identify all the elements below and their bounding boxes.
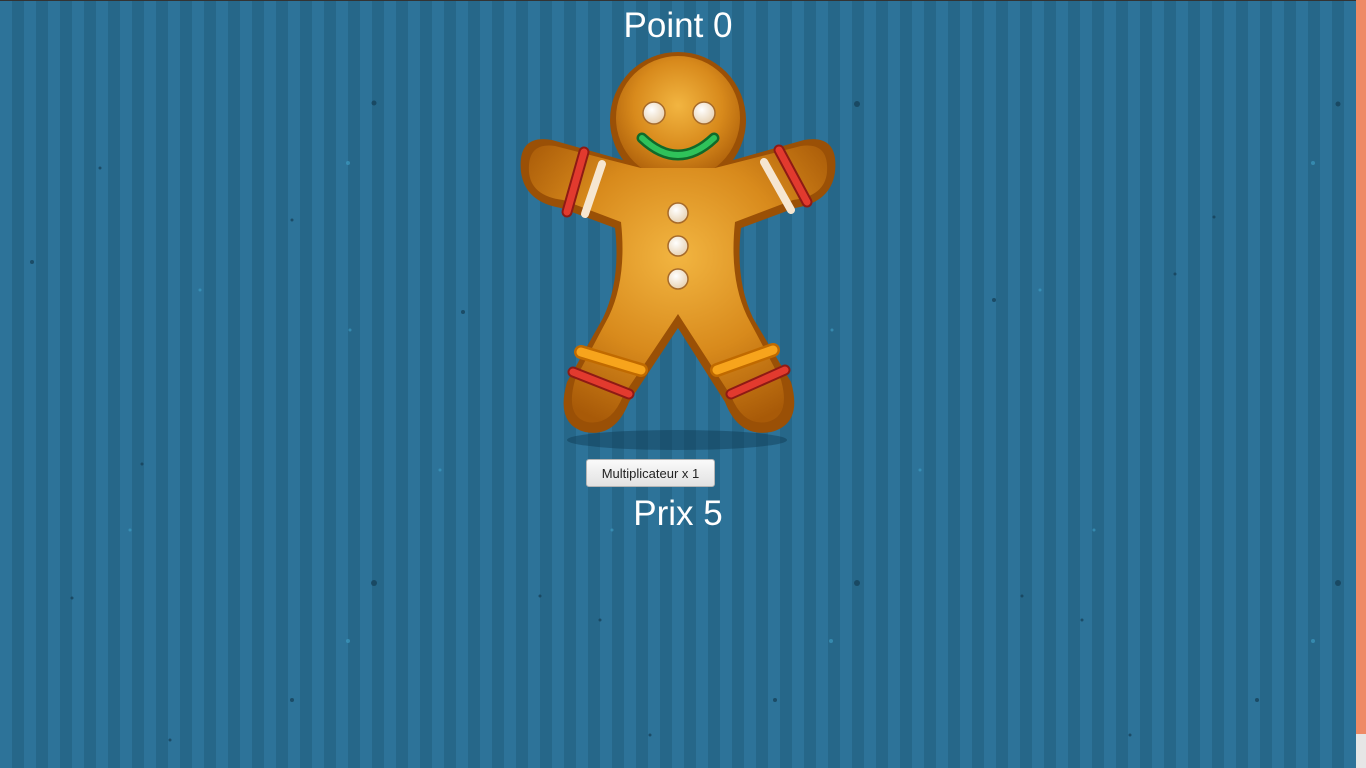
score-display: Point 0: [623, 6, 733, 45]
window-top-border: [0, 0, 1356, 1]
multiplier-upgrade-button[interactable]: Multiplicateur x 1: [586, 459, 715, 487]
upgrade-price-display: Prix 5: [633, 494, 723, 533]
gingerbread-man-icon[interactable]: [517, 52, 837, 452]
scrollbar-track[interactable]: [1356, 0, 1366, 768]
scrollbar-thumb[interactable]: [1356, 734, 1366, 768]
